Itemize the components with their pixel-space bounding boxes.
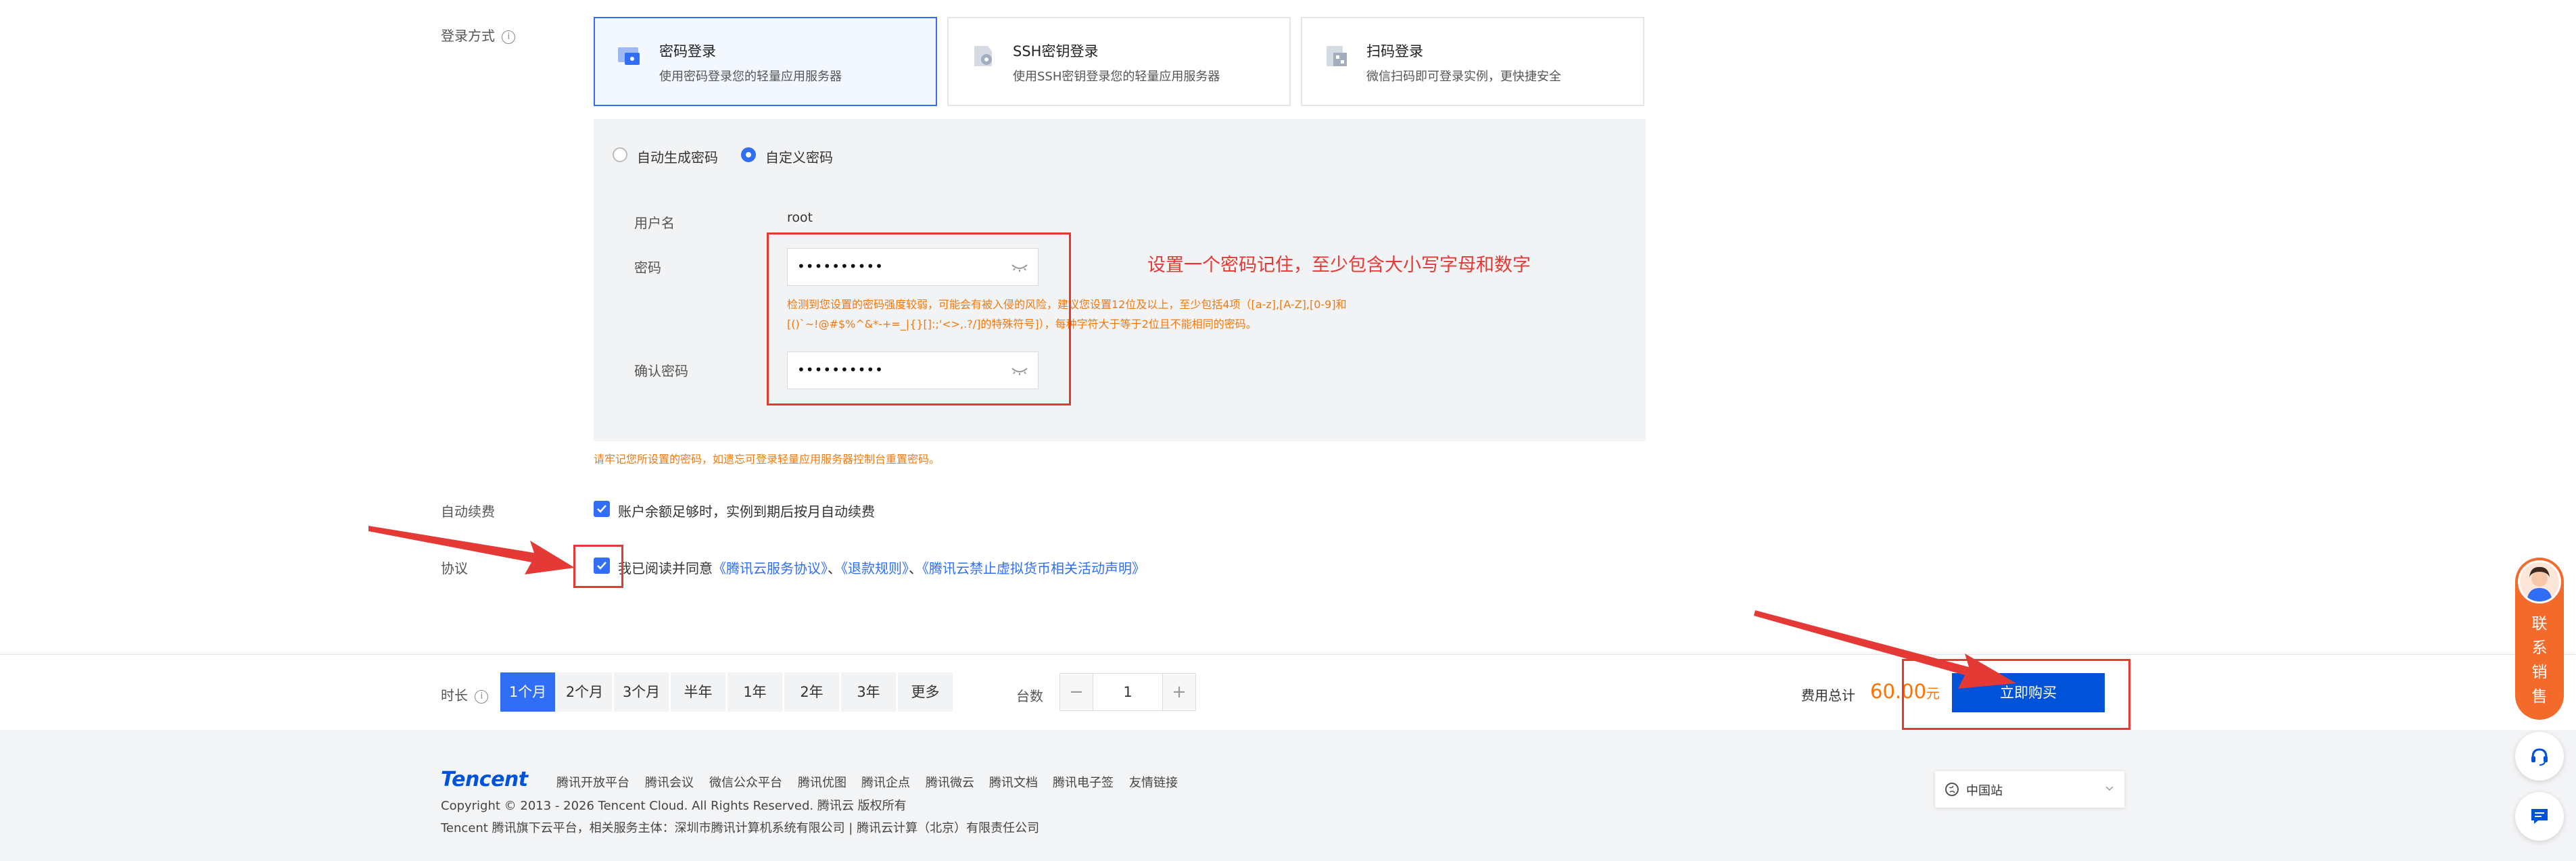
password-label: 密码: [634, 260, 661, 276]
login-method-label: 登录方式 i: [441, 25, 516, 45]
remember-password-note: 请牢记您所设置的密码，如遗忘可登录轻量应用服务器控制台重置密码。: [594, 453, 940, 466]
footer-copyright: Copyright © 2013 - 2026 Tencent Cloud. A…: [441, 799, 907, 813]
region-select[interactable]: 中国站: [1935, 771, 2124, 808]
duration-more[interactable]: 更多: [898, 672, 953, 712]
footer-link[interactable]: 微信公众平台: [709, 773, 782, 791]
feedback-button[interactable]: [2515, 792, 2564, 841]
username-value: root: [787, 210, 813, 225]
annotation-password-tip: 设置一个密码记住，至少包含大小写字母和数字: [1147, 255, 1531, 276]
check-icon: [597, 505, 606, 513]
quantity-decrement-button[interactable]: −: [1059, 673, 1093, 711]
card-desc: 使用SSH密钥登录您的轻量应用服务器: [1013, 70, 1220, 84]
info-icon[interactable]: i: [502, 30, 516, 44]
footer-entity: Tencent 腾讯旗下云平台，相关服务主体：深圳市腾讯计算机系统有限公司 | …: [441, 821, 1040, 835]
footer-link[interactable]: 腾讯开放平台: [556, 773, 629, 791]
password-panel: [594, 119, 1646, 441]
footer-link[interactable]: 腾讯会议: [645, 773, 694, 791]
link-crypto-statement[interactable]: 《腾讯云禁止虚拟货币相关活动声明》: [922, 560, 1145, 576]
duration-half-year[interactable]: 半年: [671, 672, 725, 712]
duration-2-years[interactable]: 2年: [784, 672, 839, 712]
region-value: 中国站: [1966, 784, 2003, 798]
footer-link[interactable]: 腾讯微云: [926, 773, 974, 791]
link-service-agreement[interactable]: 《腾讯云服务协议》: [713, 560, 828, 576]
tencent-logo[interactable]: Tencent: [441, 768, 528, 791]
annotation-arrow-buy: [1754, 610, 2016, 689]
card-desc: 使用密码登录您的轻量应用服务器: [659, 70, 842, 84]
duration-label: 时长 i: [441, 685, 489, 704]
duration-2-months[interactable]: 2个月: [557, 672, 612, 712]
quantity-input[interactable]: 1: [1093, 673, 1162, 711]
card-title: 密码登录: [659, 43, 716, 59]
purchase-bar: [0, 654, 2576, 731]
avatar-icon: [2527, 566, 2552, 601]
quantity-label: 台数: [1016, 688, 1043, 704]
message-icon: [2531, 809, 2548, 824]
radio-auto-password[interactable]: [613, 147, 627, 162]
footer-link[interactable]: 腾讯优图: [798, 773, 846, 791]
auto-renew-text: 账户余额足够时，实例到期后按月自动续费: [618, 503, 875, 520]
card-desc: 微信扫码即可登录实例，更快捷安全: [1366, 70, 1561, 84]
sales-avatar: [2518, 560, 2561, 604]
contact-sales-text: 联 系 销 售: [2531, 615, 2548, 706]
login-card-qrcode[interactable]: 扫码登录 微信扫码即可登录实例，更快捷安全: [1301, 17, 1644, 106]
username-label: 用户名: [634, 215, 675, 231]
radio-custom-password[interactable]: [741, 147, 756, 162]
quantity-increment-button[interactable]: +: [1162, 673, 1196, 711]
qrcode-icon: [1327, 46, 1347, 66]
duration-3-months[interactable]: 3个月: [614, 672, 669, 712]
radio-custom-password-label[interactable]: 自定义密码: [765, 147, 833, 166]
duration-1-month[interactable]: 1个月: [500, 672, 555, 712]
login-card-password[interactable]: 密码登录 使用密码登录您的轻量应用服务器: [594, 17, 937, 106]
confirm-password-label: 确认密码: [634, 363, 688, 379]
auto-renew-label: 自动续费: [441, 503, 495, 520]
footer-link[interactable]: 腾讯电子签: [1053, 773, 1114, 791]
duration-3-years[interactable]: 3年: [841, 672, 896, 712]
auto-renew-checkbox[interactable]: [594, 501, 610, 517]
footer-link[interactable]: 腾讯文档: [989, 773, 1038, 791]
headset-icon: [2531, 748, 2548, 766]
login-card-ssh[interactable]: SSH密钥登录 使用SSH密钥登录您的轻量应用服务器: [947, 17, 1291, 106]
card-title: 扫码登录: [1366, 43, 1423, 59]
customer-service-button[interactable]: [2515, 732, 2564, 781]
card-title: SSH密钥登录: [1013, 43, 1099, 59]
chevron-down-icon: [2105, 786, 2114, 791]
annotation-box-password: [767, 232, 1071, 405]
globe-icon: [1945, 783, 1959, 796]
link-refund-rules[interactable]: 《退款规则》: [841, 560, 909, 576]
radio-auto-password-label[interactable]: 自动生成密码: [637, 147, 718, 166]
footer-link[interactable]: 腾讯企点: [861, 773, 910, 791]
contact-sales-button[interactable]: 联 系 销 售: [2515, 558, 2564, 720]
password-login-icon: [618, 47, 640, 65]
duration-1-year[interactable]: 1年: [728, 672, 782, 712]
footer: [0, 730, 2576, 861]
annotation-arrow-agreement: [368, 526, 575, 574]
footer-link[interactable]: 友情链接: [1129, 773, 1178, 791]
agreement-text: 我已阅读并同意《腾讯云服务协议》、《退款规则》、《腾讯云禁止虚拟货币相关活动声明…: [618, 560, 1145, 576]
info-icon[interactable]: i: [475, 689, 489, 704]
ssh-key-icon: [974, 46, 992, 66]
